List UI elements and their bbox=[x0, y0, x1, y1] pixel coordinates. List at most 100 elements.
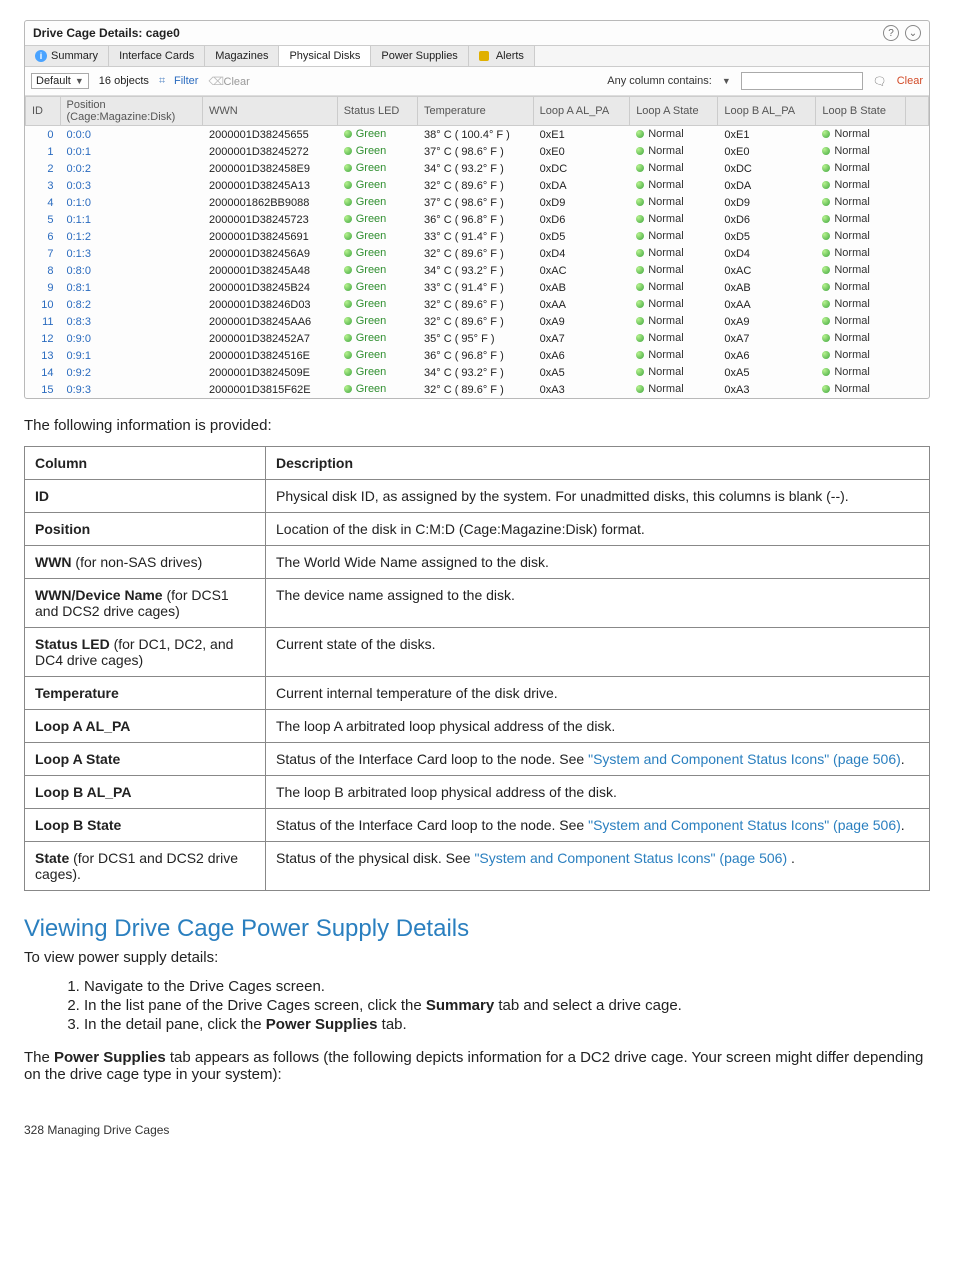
table-row[interactable]: 80:8:02000001D38245A48Green34° C ( 93.2°… bbox=[26, 262, 929, 279]
help-icon[interactable]: ? bbox=[883, 25, 899, 41]
doc-col-cell: State (for DCS1 and DCS2 drive cages). bbox=[25, 842, 266, 891]
cell-temperature: 34° C ( 93.2° F ) bbox=[418, 262, 534, 279]
cell-temperature: 32° C ( 89.6° F ) bbox=[418, 177, 534, 194]
cell-id: 5 bbox=[26, 211, 61, 228]
doc-desc-cell: Current internal temperature of the disk… bbox=[266, 677, 930, 710]
cell-status: Green bbox=[337, 177, 417, 194]
doc-col-cell: WWN/Device Name (for DCS1 and DCS2 drive… bbox=[25, 579, 266, 628]
cell-loop-a-state: Normal bbox=[630, 211, 718, 228]
table-row[interactable]: 60:1:22000001D38245691Green33° C ( 91.4°… bbox=[26, 228, 929, 245]
col-loop-a-state[interactable]: Loop A State bbox=[630, 97, 718, 126]
tab-magazines[interactable]: Magazines bbox=[205, 46, 279, 66]
doc-col-cell: Status LED (for DC1, DC2, and DC4 drive … bbox=[25, 628, 266, 677]
speaker-icon[interactable] bbox=[873, 75, 887, 88]
search-input[interactable] bbox=[741, 72, 863, 90]
doc-desc-cell: The World Wide Name assigned to the disk… bbox=[266, 546, 930, 579]
cell-status: Green bbox=[337, 364, 417, 381]
table-header-row: ID Position(Cage:Magazine:Disk) WWN Stat… bbox=[26, 97, 929, 126]
cell-loop-b-alpa: 0xE0 bbox=[718, 143, 816, 160]
table-row[interactable]: 140:9:22000001D3824509EGreen34° C ( 93.2… bbox=[26, 364, 929, 381]
cell-loop-a-alpa: 0xD5 bbox=[533, 228, 630, 245]
col-loop-b-alpa[interactable]: Loop B AL_PA bbox=[718, 97, 816, 126]
cell-loop-b-state: Normal bbox=[816, 279, 906, 296]
panel-title: Drive Cage Details: cage0 bbox=[33, 26, 180, 40]
cell-spacer bbox=[906, 211, 929, 228]
col-position[interactable]: Position(Cage:Magazine:Disk) bbox=[60, 97, 203, 126]
cell-spacer bbox=[906, 194, 929, 211]
table-row[interactable]: 00:0:02000001D38245655Green38° C ( 100.4… bbox=[26, 126, 929, 144]
doc-desc-cell: Status of the Interface Card loop to the… bbox=[266, 743, 930, 776]
cell-spacer bbox=[906, 262, 929, 279]
cell-loop-b-alpa: 0xA3 bbox=[718, 381, 816, 398]
col-temperature[interactable]: Temperature bbox=[418, 97, 534, 126]
cell-loop-a-alpa: 0xAC bbox=[533, 262, 630, 279]
step-3: In the detail pane, click the Power Supp… bbox=[84, 1016, 930, 1033]
cell-temperature: 37° C ( 98.6° F ) bbox=[418, 194, 534, 211]
chevron-down-icon[interactable]: ▼ bbox=[722, 76, 731, 86]
cell-loop-b-alpa: 0xDA bbox=[718, 177, 816, 194]
cell-temperature: 33° C ( 91.4° F ) bbox=[418, 228, 534, 245]
table-row[interactable]: 110:8:32000001D38245AA6Green32° C ( 89.6… bbox=[26, 313, 929, 330]
cell-id: 11 bbox=[26, 313, 61, 330]
table-row[interactable]: 130:9:12000001D3824516EGreen36° C ( 96.8… bbox=[26, 347, 929, 364]
cell-loop-a-alpa: 0xD9 bbox=[533, 194, 630, 211]
cell-loop-b-state: Normal bbox=[816, 177, 906, 194]
doc-row: WWN/Device Name (for DCS1 and DCS2 drive… bbox=[25, 579, 930, 628]
table-row[interactable]: 30:0:32000001D38245A13Green32° C ( 89.6°… bbox=[26, 177, 929, 194]
cell-loop-b-alpa: 0xD4 bbox=[718, 245, 816, 262]
table-row[interactable]: 90:8:12000001D38245B24Green33° C ( 91.4°… bbox=[26, 279, 929, 296]
col-status[interactable]: Status LED bbox=[337, 97, 417, 126]
cell-loop-a-alpa: 0xE0 bbox=[533, 143, 630, 160]
cell-position: 0:8:2 bbox=[60, 296, 203, 313]
clear-link[interactable]: Clear bbox=[897, 75, 923, 87]
tab-alerts[interactable]: Alerts bbox=[469, 46, 535, 66]
cell-status: Green bbox=[337, 279, 417, 296]
cell-spacer bbox=[906, 347, 929, 364]
doc-link[interactable]: "System and Component Status Icons" (pag… bbox=[474, 850, 787, 866]
cell-position: 0:9:3 bbox=[60, 381, 203, 398]
cell-loop-b-alpa: 0xA5 bbox=[718, 364, 816, 381]
col-wwn[interactable]: WWN bbox=[203, 97, 338, 126]
cell-loop-a-alpa: 0xA7 bbox=[533, 330, 630, 347]
cell-wwn: 2000001D38245B24 bbox=[203, 279, 338, 296]
cell-temperature: 36° C ( 96.8° F ) bbox=[418, 211, 534, 228]
table-row[interactable]: 120:9:02000001D382452A7Green35° C ( 95° … bbox=[26, 330, 929, 347]
table-row[interactable]: 150:9:32000001D3815F62EGreen32° C ( 89.6… bbox=[26, 381, 929, 398]
cell-loop-b-alpa: 0xAA bbox=[718, 296, 816, 313]
table-row[interactable]: 40:1:02000001862BB9088Green37° C ( 98.6°… bbox=[26, 194, 929, 211]
doc-col-cell: Temperature bbox=[25, 677, 266, 710]
col-loop-b-state[interactable]: Loop B State bbox=[816, 97, 906, 126]
clear-filter-button[interactable]: Clear bbox=[208, 75, 249, 88]
cell-loop-a-state: Normal bbox=[630, 126, 718, 144]
filter-button[interactable]: Filter bbox=[159, 75, 199, 87]
doc-row: Loop A StateStatus of the Interface Card… bbox=[25, 743, 930, 776]
doc-desc-cell: Physical disk ID, as assigned by the sys… bbox=[266, 480, 930, 513]
cell-spacer bbox=[906, 364, 929, 381]
collapse-icon[interactable]: ⌄ bbox=[905, 25, 921, 41]
cell-wwn: 2000001D382456A9 bbox=[203, 245, 338, 262]
cell-wwn: 2000001D38245691 bbox=[203, 228, 338, 245]
table-row[interactable]: 10:0:12000001D38245272Green37° C ( 98.6°… bbox=[26, 143, 929, 160]
col-spacer bbox=[906, 97, 929, 126]
col-id[interactable]: ID bbox=[26, 97, 61, 126]
table-row[interactable]: 100:8:22000001D38246D03Green32° C ( 89.6… bbox=[26, 296, 929, 313]
physical-disks-table: ID Position(Cage:Magazine:Disk) WWN Stat… bbox=[25, 96, 929, 398]
doc-desc-cell: Status of the Interface Card loop to the… bbox=[266, 809, 930, 842]
view-selector[interactable]: Default▼ bbox=[31, 73, 89, 89]
tab-summary[interactable]: iSummary bbox=[25, 46, 109, 66]
table-row[interactable]: 50:1:12000001D38245723Green36° C ( 96.8°… bbox=[26, 211, 929, 228]
cell-position: 0:1:0 bbox=[60, 194, 203, 211]
table-row[interactable]: 70:1:32000001D382456A9Green32° C ( 89.6°… bbox=[26, 245, 929, 262]
drive-cage-details-panel: Drive Cage Details: cage0 ? ⌄ iSummary I… bbox=[24, 20, 930, 399]
doc-link[interactable]: "System and Component Status Icons" (pag… bbox=[588, 817, 901, 833]
tab-power-supplies[interactable]: Power Supplies bbox=[371, 46, 468, 66]
cell-wwn: 2000001D3824509E bbox=[203, 364, 338, 381]
table-row[interactable]: 20:0:22000001D382458E9Green34° C ( 93.2°… bbox=[26, 160, 929, 177]
col-loop-a-alpa[interactable]: Loop A AL_PA bbox=[533, 97, 630, 126]
doc-row: PositionLocation of the disk in C:M:D (C… bbox=[25, 513, 930, 546]
tab-interface-cards[interactable]: Interface Cards bbox=[109, 46, 205, 66]
tab-physical-disks[interactable]: Physical Disks bbox=[279, 46, 371, 66]
doc-link[interactable]: "System and Component Status Icons" (pag… bbox=[588, 751, 901, 767]
doc-col-header: Column bbox=[25, 447, 266, 480]
info-icon: i bbox=[35, 50, 47, 62]
